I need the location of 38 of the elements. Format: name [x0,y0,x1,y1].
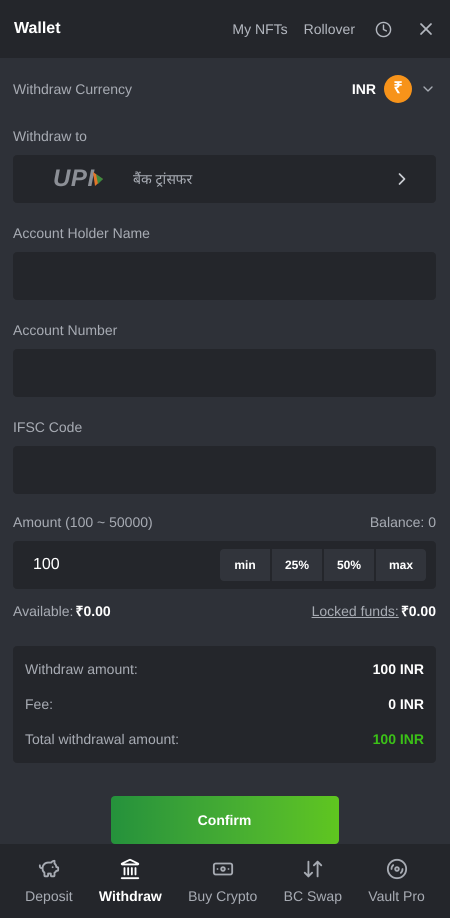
locked-funds-value: ₹0.00 [400,602,436,621]
summary-value: 100 INR [372,660,424,679]
rupee-coin: ₹ [384,75,412,103]
nav-tab[interactable]: Buy Crypto [188,858,258,906]
field-label: Withdraw Currency [13,80,132,99]
piggy-bank-icon [38,858,60,880]
balance-text: Balance: 0 [370,513,436,532]
summary-value: 0 INR [388,695,424,714]
withdraw-method-selector[interactable]: UPI बैंक ट्रांसफर [13,155,436,203]
header-link[interactable]: My NFTs [232,18,288,40]
nav-tab[interactable]: BC Swap [284,858,342,906]
field-label: IFSC Code [13,418,84,437]
field-label: Withdraw to [13,127,88,146]
quick-amount-button[interactable]: max [376,549,426,581]
summary-label: Total withdrawal amount: [25,730,180,749]
available-label: Available: [13,602,74,621]
upi-logo: UPI [53,164,95,194]
logo-arrow-icon [92,172,103,186]
summary-value: 100 INR [372,730,424,749]
swap-arrows-icon [302,858,324,880]
summary-label: Fee: [25,695,54,714]
amount-field[interactable]: 100 min 25% 50% max [13,541,436,589]
window-title: Wallet [14,19,61,39]
available-value: ₹0.00 [75,602,111,621]
field-label: Account Number [13,321,118,340]
quick-amount-button[interactable]: 50% [324,549,374,581]
locked-funds-link[interactable]: Locked funds: [312,601,399,622]
field-label: Account Holder Name [13,224,151,243]
nav-tab[interactable]: Withdraw [98,858,162,906]
field-label: Amount (100 ~ 50000) [13,513,153,532]
header-link[interactable]: Rollover [304,18,355,40]
nav-tab[interactable]: Deposit [25,858,73,906]
summary-label: Withdraw amount: [25,660,138,679]
currency-selector[interactable]: INR ₹ [352,75,436,103]
history-icon[interactable] [375,20,392,38]
nav-tab[interactable]: Vault Pro [368,858,425,906]
quick-amount-button[interactable]: 25% [272,549,322,581]
quick-amount-button[interactable]: min [220,549,270,581]
